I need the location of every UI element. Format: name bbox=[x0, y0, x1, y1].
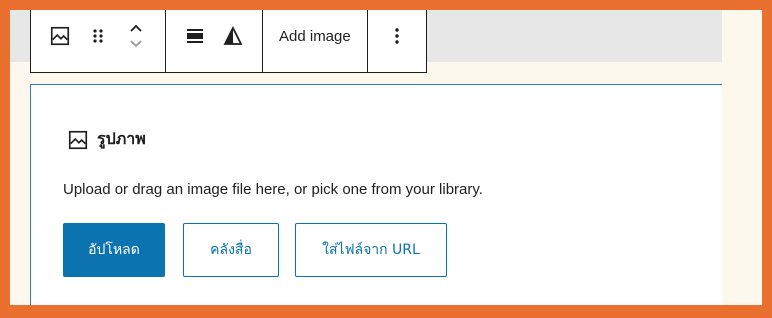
move-up-down-button[interactable] bbox=[117, 12, 155, 60]
frame-top-border bbox=[0, 0, 772, 10]
drag-handle-icon bbox=[93, 29, 103, 43]
placeholder-label: รูปภาพ bbox=[67, 127, 146, 152]
placeholder-instructions: Upload or drag an image file here, or pi… bbox=[63, 181, 483, 198]
duotone-filter-icon bbox=[223, 25, 243, 45]
align-button[interactable] bbox=[176, 12, 214, 60]
upload-button[interactable]: อัปโหลด bbox=[63, 223, 165, 277]
align-icon bbox=[187, 29, 203, 43]
placeholder-title: รูปภาพ bbox=[97, 129, 146, 148]
frame-left-border bbox=[0, 0, 10, 318]
more-vertical-icon bbox=[395, 28, 399, 44]
chevron-up-down-icon bbox=[130, 24, 142, 48]
options-button[interactable] bbox=[378, 12, 416, 60]
frame-bottom-border bbox=[0, 305, 772, 318]
block-type-button[interactable] bbox=[41, 12, 79, 60]
duotone-button[interactable] bbox=[214, 12, 252, 60]
image-placeholder-block[interactable]: รูปภาพ Upload or drag an image file here… bbox=[30, 84, 750, 306]
drag-handle-button[interactable] bbox=[79, 12, 117, 60]
frame-right-border bbox=[762, 0, 772, 318]
block-toolbar: Add image bbox=[30, 0, 427, 73]
add-image-button[interactable]: Add image bbox=[273, 28, 357, 45]
toolbar-group-options bbox=[368, 0, 426, 72]
insert-from-url-button[interactable]: ใส่ไฟล์จาก URL bbox=[295, 223, 447, 277]
media-library-button[interactable]: คลังสื่อ bbox=[183, 223, 279, 277]
image-icon bbox=[68, 130, 88, 149]
toolbar-group-block bbox=[31, 0, 166, 72]
image-icon bbox=[50, 26, 70, 46]
toolbar-group-replace: Add image bbox=[263, 0, 368, 72]
toolbar-group-format bbox=[166, 0, 263, 72]
